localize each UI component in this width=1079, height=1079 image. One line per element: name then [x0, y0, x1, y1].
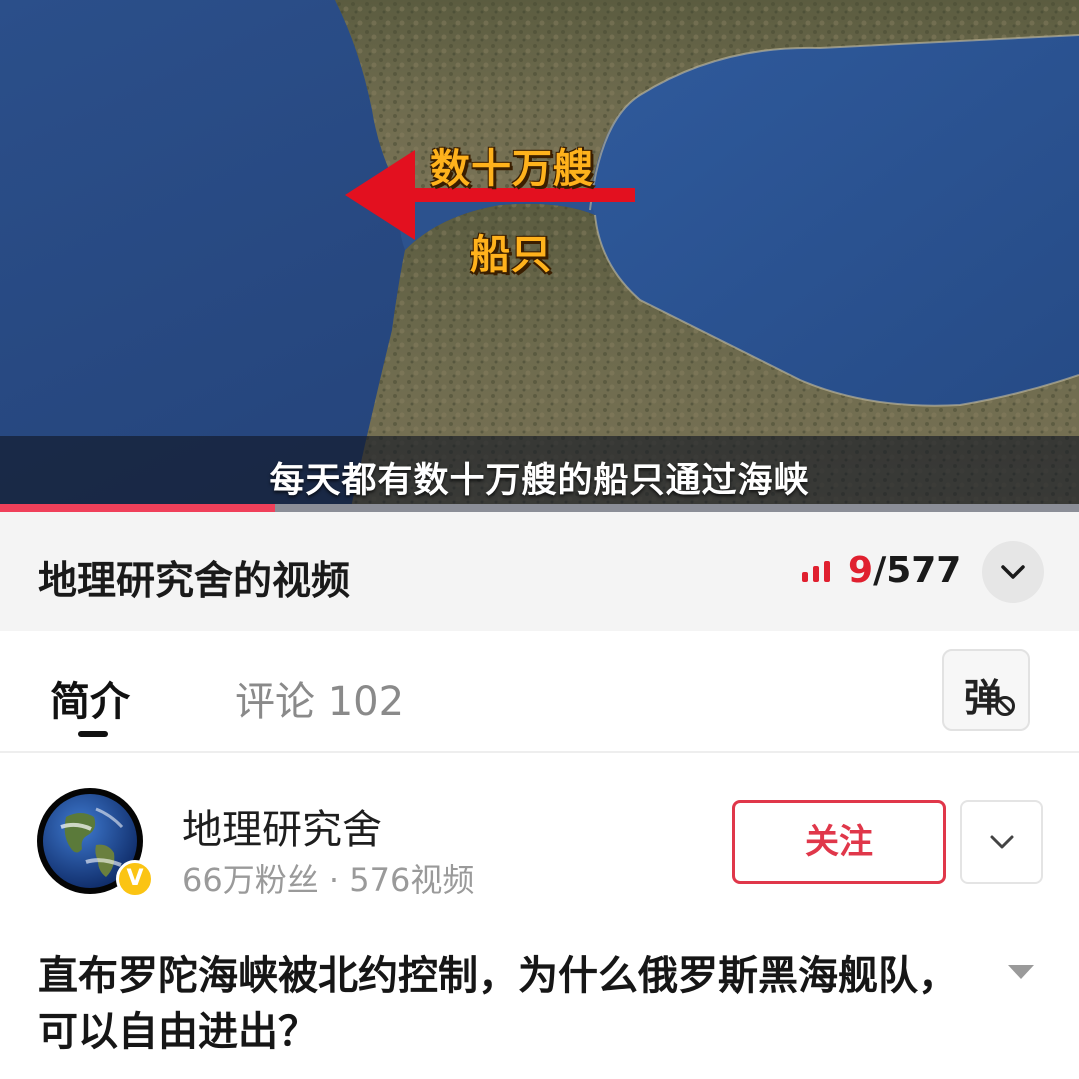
- video-title: 直布罗陀海峡被北约控制，为什么俄罗斯黑海舰队，可以自由进出？: [38, 953, 958, 1055]
- author-stats: 66万粉丝 · 576视频: [182, 861, 475, 899]
- episode-current: 9: [848, 550, 874, 591]
- danmu-off-icon: [995, 696, 1015, 716]
- tab-active-indicator: [78, 731, 108, 737]
- tab-comments[interactable]: 评论 102: [235, 669, 404, 727]
- caret-down-icon[interactable]: [1006, 962, 1036, 982]
- follow-button[interactable]: 关注: [732, 800, 946, 884]
- tab-intro[interactable]: 简介: [50, 669, 130, 727]
- verified-badge-icon: V: [116, 860, 154, 898]
- chevron-down-icon: [1001, 565, 1025, 579]
- collection-title: 地理研究舍的视频: [38, 559, 351, 604]
- video-progress-bar[interactable]: [0, 504, 1079, 512]
- tab-bar: 简介 评论 102: [0, 631, 1079, 753]
- overlay-label-bottom: 船只: [470, 232, 552, 278]
- author-name[interactable]: 地理研究舍: [182, 797, 382, 855]
- signal-bars-icon: [802, 561, 830, 582]
- author-more-button[interactable]: [960, 800, 1043, 884]
- episode-counter: 9/577: [848, 550, 961, 591]
- video-subtitle: 每天都有数十万艘的船只通过海峡: [269, 461, 810, 501]
- video-progress-fill: [0, 504, 276, 512]
- episode-total: /577: [873, 550, 962, 591]
- collection-expand-button[interactable]: [982, 541, 1044, 603]
- video-player[interactable]: 数十万艘 船只 每天都有数十万艘的船只通过海峡: [0, 0, 1079, 512]
- chevron-down-icon: [990, 835, 1013, 849]
- overlay-label-top: 数十万艘: [430, 146, 594, 192]
- danmu-toggle-button[interactable]: 弹: [942, 649, 1030, 731]
